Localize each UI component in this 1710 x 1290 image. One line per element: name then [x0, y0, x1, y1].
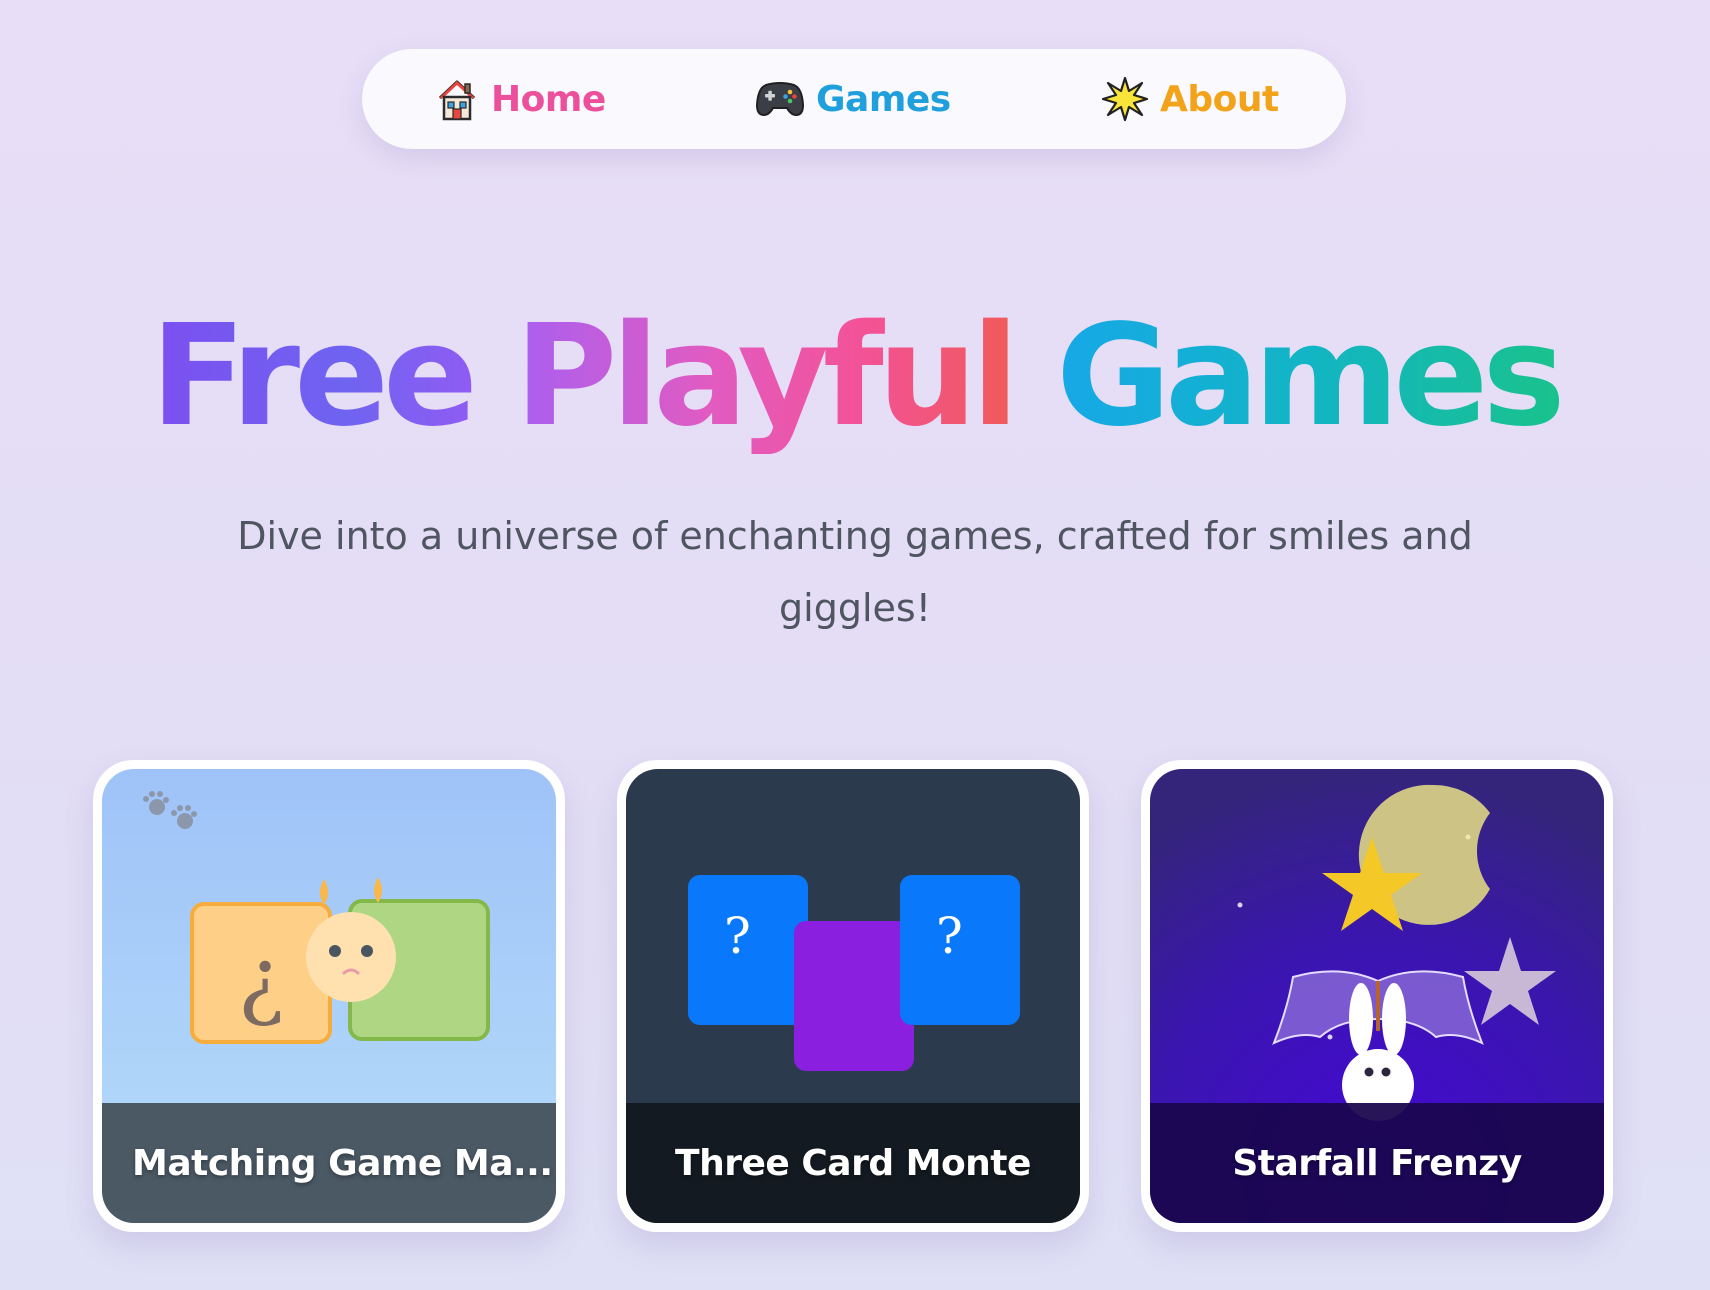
- nav-about-link[interactable]: About: [1102, 49, 1279, 149]
- game-card-title: Matching Game Ma...: [102, 1103, 556, 1223]
- hero-title: Free Playful Games: [0, 300, 1710, 454]
- game-card-title: Starfall Frenzy: [1150, 1103, 1604, 1223]
- svg-text:?: ?: [724, 907, 751, 965]
- gamepad-icon: [756, 82, 804, 117]
- hero-title-word-playful: Playful: [514, 295, 1020, 458]
- game-card-inner: ? ? Three Card Monte: [626, 769, 1080, 1223]
- nav-games-link[interactable]: Games: [756, 49, 951, 149]
- sparkle-star-icon: [1102, 76, 1148, 122]
- game-card-inner: Starfall Frenzy: [1150, 769, 1604, 1223]
- svg-text:?: ?: [936, 907, 963, 965]
- hero-title-word-free: Free: [150, 295, 478, 458]
- nav-home-label: Home: [491, 78, 606, 120]
- house-icon: [438, 80, 476, 121]
- game-card-title: Three Card Monte: [626, 1103, 1080, 1223]
- hero-title-word-games: Games: [1056, 295, 1566, 458]
- game-card-three-card-monte[interactable]: ? ? Three Card Monte: [617, 760, 1089, 1232]
- nav-home-link[interactable]: Home: [435, 49, 606, 149]
- game-card-matching[interactable]: ¿ Matching Game Ma...: [93, 760, 565, 1232]
- game-card-starfall-frenzy[interactable]: Starfall Frenzy: [1141, 760, 1613, 1232]
- main-nav: Home Games About: [362, 49, 1346, 149]
- game-card-inner: ¿ Matching Game Ma...: [102, 769, 556, 1223]
- svg-text:¿: ¿: [238, 930, 284, 1030]
- nav-games-label: Games: [816, 78, 951, 120]
- nav-about-label: About: [1160, 78, 1279, 120]
- hero-subtitle: Dive into a universe of enchanting games…: [237, 514, 1473, 630]
